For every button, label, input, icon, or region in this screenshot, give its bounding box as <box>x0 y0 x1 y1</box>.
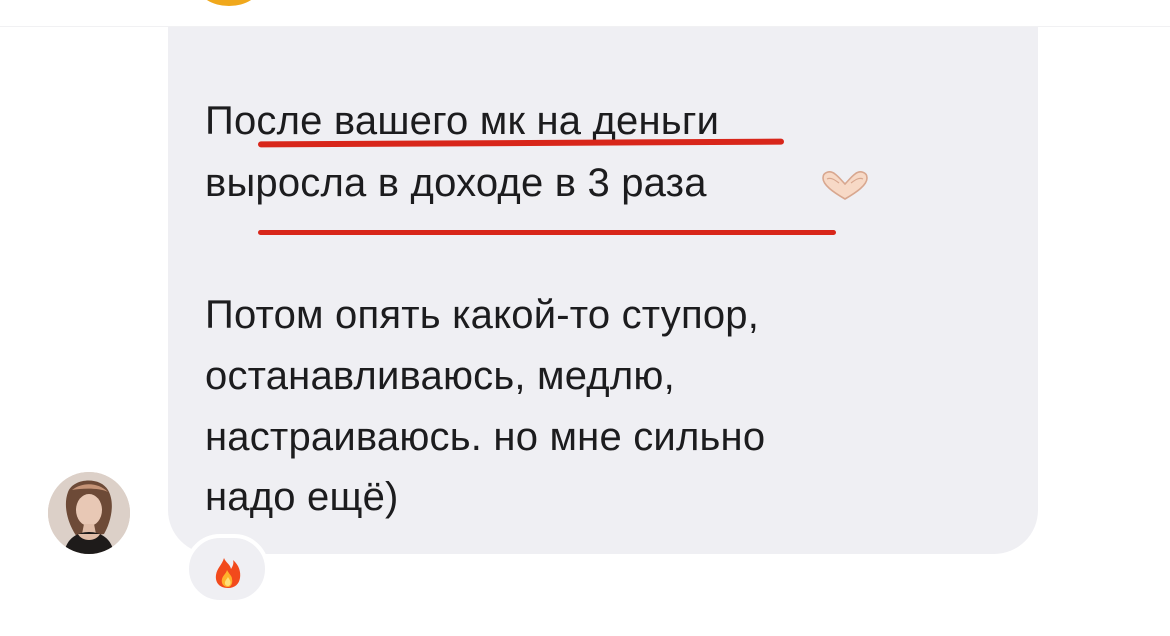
red-underline-2 <box>258 230 836 235</box>
message-line-5: настраиваюсь. но мне сильно <box>205 415 766 459</box>
top-avatar-edge <box>198 0 260 6</box>
sender-avatar[interactable] <box>48 472 130 554</box>
message-line-2: выросла в доходе в 3 раза <box>205 161 707 205</box>
message-line-6: надо ещё) <box>205 475 399 519</box>
message-line-4: останавливаюсь, медлю, <box>205 354 675 398</box>
heart-hands-icon <box>822 171 868 200</box>
message-line-1: После вашего мк на деньги <box>205 99 720 143</box>
reaction-badge[interactable] <box>185 534 269 604</box>
message-line-3: Потом опять какой-то ступор, <box>205 293 760 337</box>
fire-icon <box>215 558 241 588</box>
avatar-icon <box>48 472 130 554</box>
